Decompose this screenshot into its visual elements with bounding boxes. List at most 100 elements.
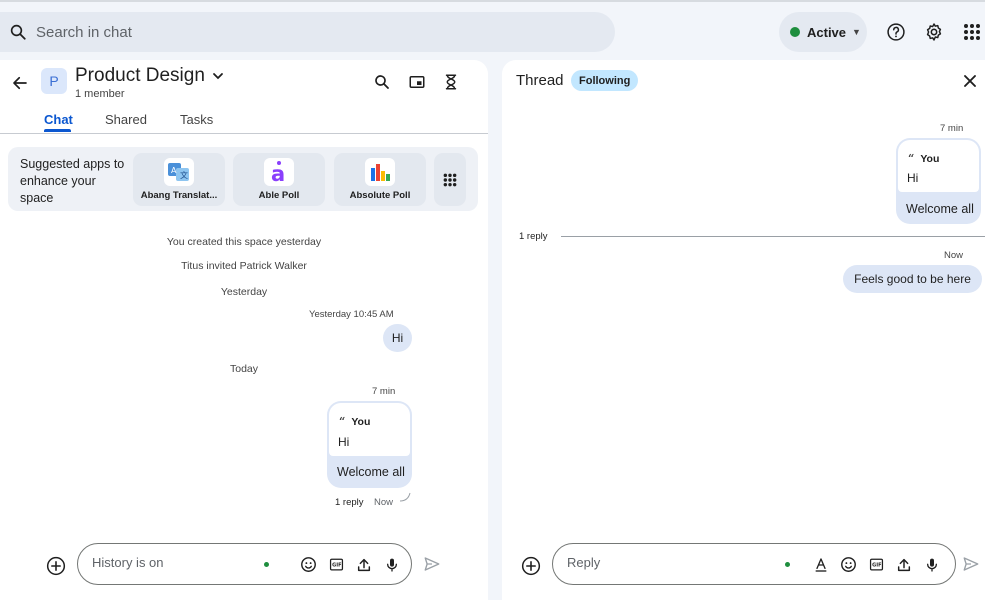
system-message: Titus invited Patrick Walker	[181, 260, 307, 272]
message-timestamp: 7 min	[372, 386, 396, 397]
gif-icon: GIF	[329, 558, 344, 571]
more-apps-button[interactable]	[434, 153, 466, 206]
format-text-button[interactable]	[812, 556, 829, 573]
picture-in-picture-icon[interactable]	[408, 73, 426, 91]
settings-button[interactable]	[924, 22, 944, 42]
active-tab-indicator	[44, 129, 71, 132]
member-count[interactable]: 1 member	[75, 88, 125, 100]
translate-app-icon: A文	[164, 158, 194, 186]
message-text: Welcome all	[337, 465, 405, 479]
top-bar: Active ▼	[0, 0, 985, 60]
voice-button[interactable]	[923, 556, 940, 573]
message-timestamp: Now	[944, 250, 964, 261]
status-label: Active	[807, 24, 847, 40]
emoji-button[interactable]	[840, 556, 857, 573]
reply-count: 1 reply	[519, 231, 548, 242]
message-bubble[interactable]: Hi	[383, 324, 412, 352]
message-text: Welcome all	[906, 202, 974, 216]
upload-button[interactable]	[895, 556, 912, 573]
emoji-button[interactable]	[300, 556, 317, 573]
svg-text:GIF: GIF	[872, 563, 881, 569]
emoji-icon	[301, 557, 316, 572]
close-icon[interactable]	[963, 74, 977, 88]
space-avatar: P	[41, 68, 67, 94]
message-bubble[interactable]: Feels good to be here	[843, 265, 982, 293]
suggested-apps-text: Suggested apps to enhance your space	[20, 157, 125, 205]
chevron-down-icon[interactable]	[212, 70, 224, 82]
add-content-button[interactable]	[521, 556, 541, 576]
reply-composer[interactable]: GIF	[552, 543, 956, 585]
svg-text:GIF: GIF	[332, 563, 341, 569]
gear-icon	[926, 23, 942, 41]
svg-text:文: 文	[180, 170, 188, 180]
following-button[interactable]: Following	[571, 70, 639, 91]
tab-chat[interactable]: Chat	[44, 112, 73, 127]
date-separator: Yesterday	[220, 286, 268, 298]
thread-title: Thread	[516, 72, 564, 89]
help-button[interactable]	[886, 22, 906, 42]
help-icon	[887, 23, 905, 41]
svg-text:a: a	[271, 162, 285, 184]
quote-author: “You	[908, 152, 940, 165]
message-timestamp: Yesterday 10:45 AM	[309, 309, 394, 320]
search-input[interactable]	[36, 23, 536, 41]
gif-button[interactable]: GIF	[868, 556, 885, 573]
quote-text: Hi	[907, 171, 919, 185]
apps-launcher-button[interactable]	[962, 22, 982, 42]
hourglass-icon[interactable]	[442, 73, 460, 91]
status-dot	[785, 562, 790, 567]
search-icon	[10, 24, 26, 40]
reply-input[interactable]	[567, 555, 717, 570]
quote-block: “You Hi	[898, 140, 979, 192]
search-bar[interactable]	[0, 12, 615, 52]
message-input[interactable]	[92, 555, 242, 570]
quote-icon: “	[908, 152, 915, 165]
svg-text:A: A	[171, 166, 177, 175]
message-composer[interactable]: GIF	[77, 543, 412, 585]
apps-grid-icon	[443, 173, 457, 186]
format-text-icon	[815, 557, 826, 572]
quote-author: “You	[339, 415, 371, 428]
thread-curve-icon	[399, 492, 411, 502]
send-icon[interactable]	[423, 555, 441, 573]
tab-shared[interactable]: Shared	[105, 112, 147, 127]
gif-icon: GIF	[869, 558, 884, 571]
app-name: Absolute Poll	[349, 190, 411, 201]
suggested-apps: Suggested apps to enhance your space A文 …	[8, 147, 478, 211]
upload-button[interactable]	[355, 556, 372, 573]
status-dot	[264, 562, 269, 567]
microphone-icon	[926, 558, 937, 572]
upload-icon	[897, 558, 910, 571]
send-icon[interactable]	[962, 555, 980, 573]
apps-grid-icon	[964, 24, 980, 40]
upload-icon	[357, 558, 370, 571]
app-card-absolute-poll[interactable]: Absolute Poll	[334, 153, 426, 206]
able-poll-app-icon: a	[264, 158, 294, 186]
quote-block: “You Hi	[329, 403, 410, 456]
app-name: Able Poll	[258, 190, 300, 201]
space-tabs: Chat Shared Tasks	[0, 110, 488, 134]
system-message: You created this space yesterday	[166, 236, 322, 248]
chevron-down-icon: ▼	[852, 27, 861, 37]
status-selector[interactable]: Active ▼	[779, 12, 867, 52]
voice-button[interactable]	[383, 556, 400, 573]
emoji-icon	[841, 557, 856, 572]
back-arrow-icon[interactable]	[11, 74, 29, 92]
quoted-message-bubble[interactable]: “You Hi Welcome all	[896, 138, 981, 224]
app-name: Abang Translat...	[140, 190, 218, 201]
tab-tasks[interactable]: Tasks	[180, 112, 213, 127]
add-content-button[interactable]	[46, 556, 66, 576]
status-dot	[790, 27, 800, 37]
reply-divider	[561, 236, 985, 237]
quote-text: Hi	[338, 435, 350, 449]
message-timestamp: 7 min	[940, 123, 964, 134]
space-title[interactable]: Product Design	[75, 65, 205, 87]
quoted-message-bubble[interactable]: “You Hi Welcome all	[327, 401, 412, 488]
microphone-icon	[386, 558, 397, 572]
date-separator: Today	[229, 363, 259, 375]
app-card-able-poll[interactable]: a Able Poll	[233, 153, 325, 206]
search-icon[interactable]	[373, 73, 391, 91]
reply-count-link[interactable]: 1 reply	[335, 497, 364, 508]
app-card-abang-translate[interactable]: A文 Abang Translat...	[133, 153, 225, 206]
gif-button[interactable]: GIF	[328, 556, 345, 573]
